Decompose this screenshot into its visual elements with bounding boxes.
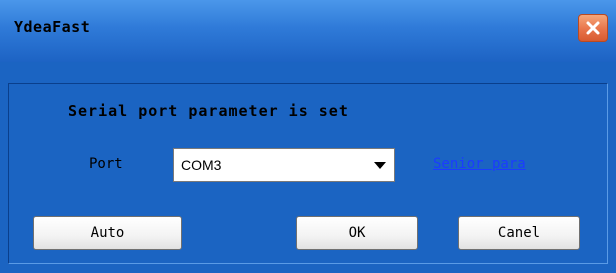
dialog-window: YdeaFast Serial port parameter is set Po…: [0, 0, 616, 273]
ok-button[interactable]: OK: [296, 216, 418, 250]
dialog-heading: Serial port parameter is set: [68, 102, 349, 120]
senior-para-link[interactable]: Senior para: [433, 156, 526, 172]
close-button[interactable]: [578, 14, 608, 42]
close-icon: [586, 21, 600, 35]
auto-button[interactable]: Auto: [33, 216, 182, 250]
chevron-down-icon[interactable]: [374, 162, 386, 169]
title-bar[interactable]: YdeaFast: [0, 0, 616, 62]
port-select-value: COM3: [181, 157, 222, 173]
window-title: YdeaFast: [14, 18, 91, 36]
port-label: Port: [89, 156, 123, 172]
cancel-button[interactable]: Canel: [458, 216, 580, 250]
port-select[interactable]: COM3: [173, 148, 395, 182]
